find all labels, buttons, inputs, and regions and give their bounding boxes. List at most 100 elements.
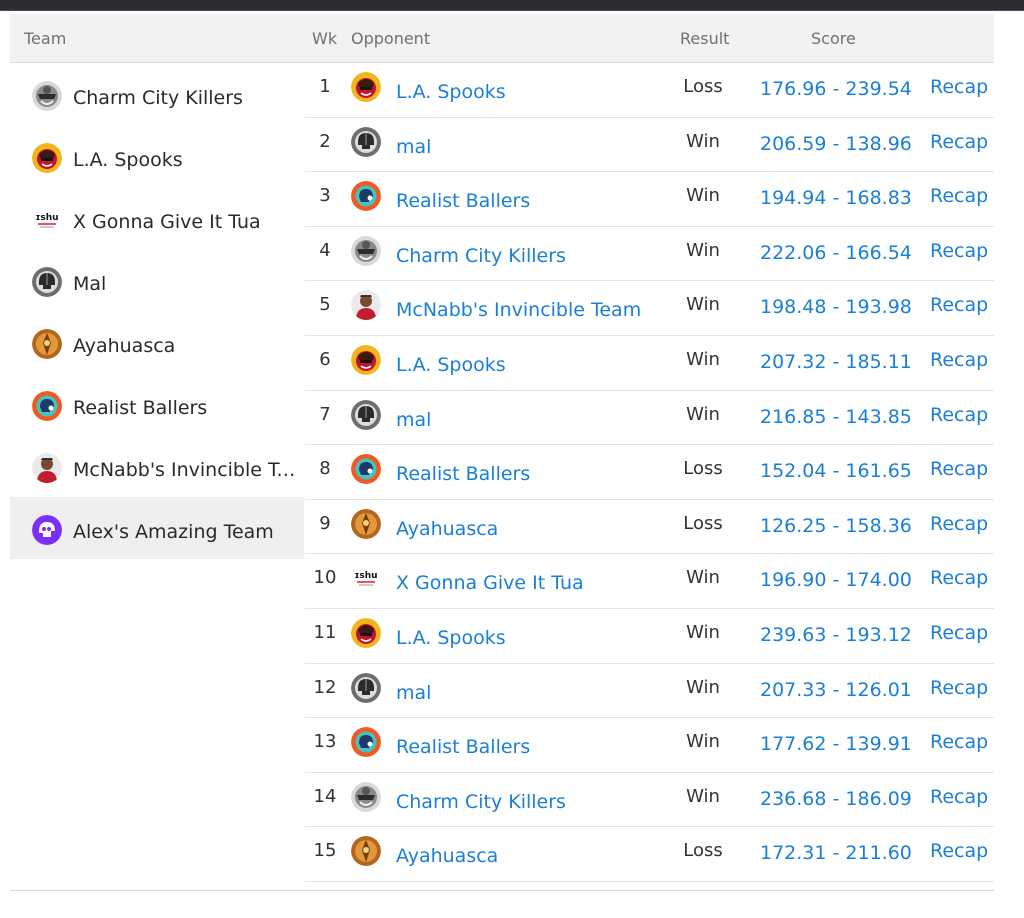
team-item-mal[interactable]: Mal: [10, 249, 304, 311]
x-gonna-give-it-tua-logo-icon: ɪshu: [351, 563, 381, 594]
score-link[interactable]: 176.96 - 239.54: [760, 78, 912, 100]
recap-link[interactable]: Recap: [930, 622, 988, 644]
ayahuasca-logo-icon: [351, 508, 381, 539]
team-name: Charm City Killers: [73, 87, 243, 109]
recap-link[interactable]: Recap: [930, 458, 988, 480]
recap-link[interactable]: Recap: [930, 731, 988, 753]
result-text: Win: [686, 185, 720, 207]
result-text: Win: [686, 567, 720, 589]
opponent-link[interactable]: Ayahuasca: [396, 518, 498, 540]
score-link[interactable]: 172.31 - 211.60: [760, 842, 912, 864]
ayahuasca-logo-icon: [32, 329, 62, 359]
schedule-row: 4 Charm City Killers Win 222.06 - 166.54 Rec…: [305, 227, 994, 282]
recap-link[interactable]: Recap: [930, 567, 988, 589]
score-link[interactable]: 198.48 - 193.98: [760, 296, 912, 318]
opponent-link[interactable]: mal: [396, 136, 431, 158]
alexs-amazing-team-logo-icon: [32, 515, 62, 545]
opponent-link[interactable]: mal: [396, 409, 431, 431]
recap-link[interactable]: Recap: [930, 349, 988, 371]
schedule-row: 7 mal Win 216.85 - 143.85 Recap: [305, 391, 994, 446]
table-bottom-divider: [10, 890, 994, 891]
score-link[interactable]: 239.63 - 193.12: [760, 624, 912, 646]
result-text: Loss: [683, 76, 723, 97]
opponent-link[interactable]: McNabb's Invincible Team: [396, 299, 641, 321]
week-number: 5: [319, 294, 331, 316]
recap-link[interactable]: Recap: [930, 294, 988, 316]
team-item-alexs-amazing-team[interactable]: Alex's Amazing Team: [10, 497, 304, 559]
realist-ballers-logo-icon: [32, 391, 62, 421]
score-link[interactable]: 216.85 - 143.85: [760, 406, 912, 428]
opponent-link[interactable]: Realist Ballers: [396, 736, 530, 758]
score-link[interactable]: 196.90 - 174.00: [760, 569, 912, 591]
opponent-link[interactable]: L.A. Spooks: [396, 627, 506, 649]
opponent-link[interactable]: mal: [396, 682, 431, 704]
result-text: Win: [686, 621, 720, 643]
la-spooks-logo-icon: [351, 72, 381, 102]
week-number: 7: [319, 403, 331, 425]
score-link[interactable]: 236.68 - 186.09: [760, 788, 912, 810]
score-link[interactable]: 194.94 - 168.83: [760, 187, 912, 209]
schedule-row: 1 L.A. Spooks Loss 176.96 - 239.54 Recap: [305, 63, 994, 118]
week-number: 11: [313, 621, 337, 643]
team-name: Alex's Amazing Team: [73, 521, 274, 543]
score-link[interactable]: 126.25 - 158.36: [760, 515, 912, 537]
score-link[interactable]: 177.62 - 139.91: [760, 733, 912, 755]
recap-link[interactable]: Recap: [930, 76, 988, 98]
recap-link[interactable]: Recap: [930, 677, 988, 699]
team-name: McNabb's Invincible Team: [73, 459, 298, 481]
score-link[interactable]: 152.04 - 161.65: [760, 460, 912, 482]
opponent-link[interactable]: Charm City Killers: [396, 791, 566, 813]
week-number: 3: [319, 185, 331, 207]
x-gonna-give-it-tua-logo-icon: ɪshu: [32, 205, 62, 235]
table-header: Team Wk Opponent Result Score: [10, 14, 994, 63]
opponent-link[interactable]: L.A. Spooks: [396, 81, 506, 103]
week-number: 9: [319, 512, 331, 534]
recap-link[interactable]: Recap: [930, 131, 988, 153]
week-number: 8: [319, 458, 331, 480]
team-name: Realist Ballers: [73, 397, 208, 419]
week-number: 2: [319, 130, 331, 152]
team-item-x-gonna-give-it-tua[interactable]: ɪshu X Gonna Give It Tua: [10, 187, 304, 249]
mcnabbs-invincible-team-logo-icon: [351, 290, 381, 321]
recap-link[interactable]: Recap: [930, 240, 988, 262]
week-number: 13: [313, 731, 337, 753]
recap-link[interactable]: Recap: [930, 840, 988, 862]
realist-ballers-logo-icon: [351, 181, 381, 212]
team-item-ayahuasca[interactable]: Ayahuasca: [10, 311, 304, 373]
mal-logo-icon: [351, 399, 381, 430]
team-item-charm-city-killers[interactable]: Charm City Killers: [10, 63, 304, 125]
score-link[interactable]: 206.59 - 138.96: [760, 133, 912, 155]
team-item-mcnabbs-invincible-team[interactable]: McNabb's Invincible Team: [10, 435, 304, 497]
week-number: 10: [313, 567, 337, 589]
schedule-row: 8 Realist Ballers Loss 152.04 - 161.65 Recap: [305, 445, 994, 500]
recap-link[interactable]: Recap: [930, 786, 988, 808]
svg-text:ɪshu: ɪshu: [35, 213, 58, 223]
recap-link[interactable]: Recap: [930, 185, 988, 207]
recap-link[interactable]: Recap: [930, 404, 988, 426]
header-opponent: Opponent: [351, 29, 431, 48]
week-number: 14: [313, 785, 337, 807]
opponent-link[interactable]: Charm City Killers: [396, 245, 566, 267]
week-number: 15: [313, 840, 337, 862]
opponent-link[interactable]: X Gonna Give It Tua: [396, 572, 584, 594]
result-text: Win: [686, 239, 720, 261]
week-number: 1: [319, 76, 331, 97]
result-text: Win: [686, 130, 720, 152]
score-link[interactable]: 222.06 - 166.54: [760, 242, 912, 264]
score-link[interactable]: 207.32 - 185.11: [760, 351, 912, 373]
week-number: 4: [319, 239, 331, 261]
header-week: Wk: [312, 29, 338, 48]
opponent-link[interactable]: Realist Ballers: [396, 190, 530, 212]
score-link[interactable]: 207.33 - 126.01: [760, 679, 912, 701]
recap-link[interactable]: Recap: [930, 513, 988, 535]
opponent-link[interactable]: Ayahuasca: [396, 845, 498, 867]
mal-logo-icon: [32, 267, 62, 297]
schedule-row: 5 McNabb's Invincible Team Win 198.48 - 193…: [305, 281, 994, 336]
team-item-la-spooks[interactable]: L.A. Spooks: [10, 125, 304, 187]
opponent-link[interactable]: L.A. Spooks: [396, 354, 506, 376]
team-name: L.A. Spooks: [73, 149, 183, 171]
opponent-link[interactable]: Realist Ballers: [396, 463, 530, 485]
schedule-table: 1 L.A. Spooks Loss 176.96 - 239.54 Recap 2 mal…: [305, 63, 994, 882]
header-team: Team: [24, 29, 67, 48]
team-item-realist-ballers[interactable]: Realist Ballers: [10, 373, 304, 435]
